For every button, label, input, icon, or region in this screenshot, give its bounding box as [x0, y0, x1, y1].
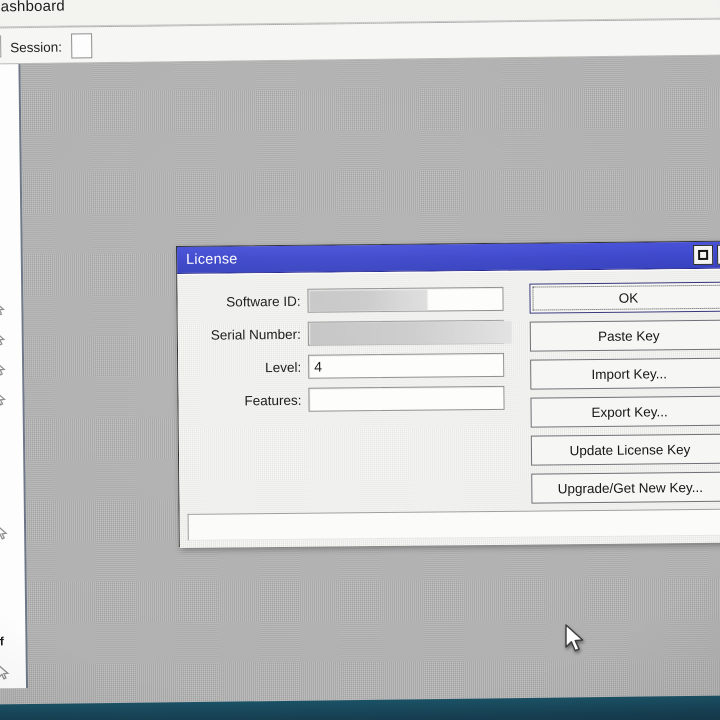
- cursor-arrow-icon[interactable]: [0, 664, 10, 680]
- features-input[interactable]: [308, 385, 505, 412]
- level-label: Level:: [265, 359, 302, 375]
- software-id-input[interactable]: [307, 286, 504, 313]
- redaction-bar: [309, 289, 428, 312]
- serial-number-label: Serial Number:: [210, 326, 301, 343]
- paste-key-button[interactable]: Paste Key: [529, 319, 720, 352]
- monitor-photo: Dashboard Session: nf License Software I…: [0, 0, 720, 720]
- paste-key-label: Paste Key: [598, 327, 660, 344]
- page-title: Dashboard: [0, 0, 66, 16]
- toolbar-button-stub[interactable]: [0, 35, 2, 58]
- sidebar-item-label[interactable]: nf: [0, 634, 4, 648]
- upgrade-get-new-key-label: Upgrade/Get New Key...: [557, 479, 704, 496]
- ok-button-label: OK: [618, 290, 639, 306]
- export-key-label: Export Key...: [591, 403, 668, 420]
- license-dialog: License ✕ Software ID: Serial Number:: [176, 240, 720, 548]
- dialog-window-buttons: ✕: [693, 244, 720, 266]
- features-label: Features:: [244, 392, 302, 408]
- cursor-arrow-icon[interactable]: [0, 524, 8, 540]
- redaction-bar: [309, 320, 512, 346]
- update-license-key-label: Update License Key: [569, 441, 691, 458]
- session-input[interactable]: [71, 33, 93, 59]
- cursor-arrow-icon[interactable]: [0, 330, 6, 346]
- import-key-label: Import Key...: [591, 365, 668, 382]
- form-row-software-id: Software ID:: [177, 286, 507, 315]
- form-row-level: Level: 4: [178, 352, 508, 381]
- form-row-features: Features:: [178, 385, 508, 414]
- upgrade-get-new-key-button[interactable]: Upgrade/Get New Key...: [531, 471, 720, 504]
- cursor-arrow-icon[interactable]: [0, 300, 6, 316]
- form-row-serial-number: Serial Number:: [178, 319, 512, 348]
- dialog-title: License: [186, 251, 238, 268]
- dialog-body: Software ID: Serial Number: Level: 4 Fea…: [177, 268, 720, 548]
- level-value: 4: [314, 358, 323, 375]
- dialog-button-column: OK Paste Key Import Key... Export Key...…: [529, 281, 720, 512]
- serial-number-input[interactable]: [307, 319, 512, 346]
- cursor-arrow-icon[interactable]: [0, 390, 7, 406]
- import-key-button[interactable]: Import Key...: [530, 357, 720, 390]
- ok-button[interactable]: OK: [529, 281, 720, 314]
- update-license-key-button[interactable]: Update License Key: [530, 433, 720, 466]
- maximize-icon[interactable]: [693, 244, 714, 266]
- dialog-status-bar: [187, 508, 720, 541]
- level-input[interactable]: 4: [308, 352, 505, 379]
- session-label: Session:: [10, 39, 63, 56]
- cursor-arrow-icon[interactable]: [0, 360, 6, 376]
- software-id-label: Software ID:: [226, 293, 301, 310]
- export-key-button[interactable]: Export Key...: [530, 395, 720, 428]
